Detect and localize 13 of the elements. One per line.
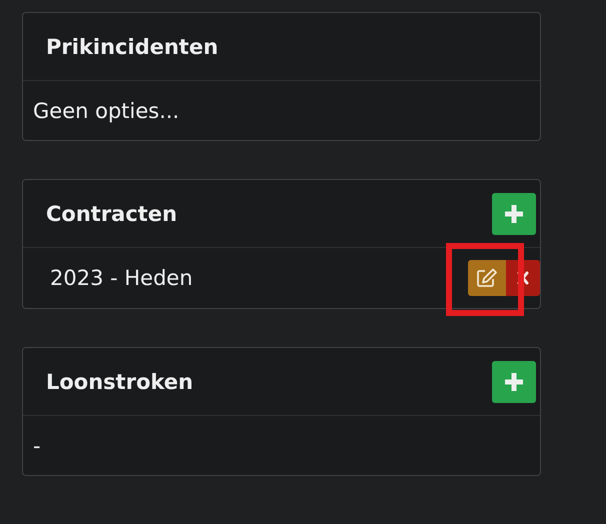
plus-icon — [504, 204, 524, 224]
panel-text: Geen opties... — [32, 98, 180, 124]
edit-button[interactable] — [468, 260, 506, 296]
panel-text: - — [32, 432, 42, 460]
close-icon — [517, 271, 529, 285]
add-button[interactable] — [492, 360, 536, 402]
plus-icon — [504, 372, 524, 392]
contract-label: 2023 - Heden — [50, 266, 193, 290]
add-button[interactable] — [492, 192, 536, 234]
panel-title: Contracten — [46, 202, 178, 226]
edit-icon — [476, 268, 498, 288]
panel-title: Prikincidenten — [46, 34, 218, 58]
panel-title: Loonstroken — [46, 370, 194, 394]
